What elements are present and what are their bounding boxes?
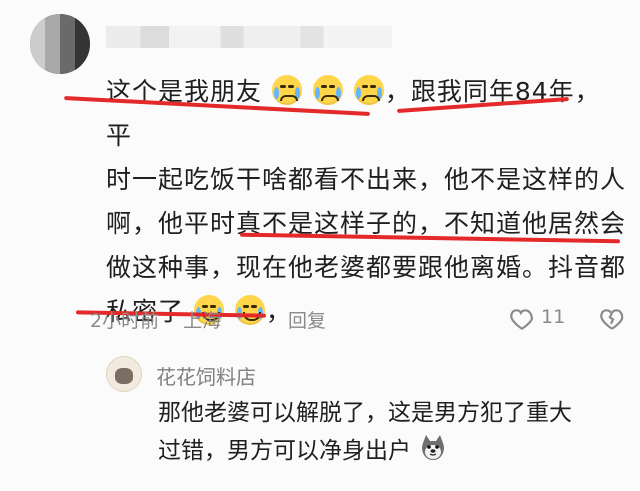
cat-avatar-icon (115, 368, 133, 384)
avatar-mosaic (30, 14, 90, 74)
comment-screenshot: 这个是我朋友 ，跟我同年84年，平 时一起吃饭干啥都看不出来，他不是这样的人 啊… (0, 0, 640, 491)
reply-text-segment: 过错，男方可以净身出户 (158, 438, 411, 464)
comment-line-4: 做这种事，现在他老婆都要跟他离婚。抖音都 (106, 253, 627, 282)
comment-line-2: 时一起吃饭干啥都看不出来，他不是这样的人 (106, 165, 627, 194)
reply-author-name[interactable]: 花花饲料店 (156, 361, 256, 390)
reply-button[interactable]: 回复 (288, 306, 326, 333)
reply-author-avatar[interactable] (106, 356, 142, 392)
like-count: 11 (541, 306, 566, 328)
crying-emoji-icon (271, 75, 302, 105)
crying-emoji-icon (353, 75, 384, 105)
comment-body: 这个是我朋友 ，跟我同年84年，平 时一起吃饭干啥都看不出来，他不是这样的人 啊… (106, 70, 626, 334)
reply-line-1: 那他老婆可以解脱了，这是男方犯了重大 (158, 400, 572, 426)
username-mosaic (106, 26, 392, 48)
reply-body: 那他老婆可以解脱了，这是男方犯了重大 过错，男方可以净身出户 (158, 394, 618, 470)
doge-emoji-icon (422, 435, 445, 460)
comment-meta: 2小时前 上海 (90, 306, 239, 333)
broken-heart-icon[interactable] (598, 306, 626, 332)
heart-icon[interactable] (508, 306, 536, 332)
comment-location: 上海 (183, 310, 222, 332)
comment-time: 2小时前 (90, 310, 160, 332)
reply-line-2: 过错，男方可以净身出户 (158, 432, 618, 470)
laughing-emoji-icon (234, 295, 265, 325)
crying-emoji-icon (312, 75, 343, 105)
